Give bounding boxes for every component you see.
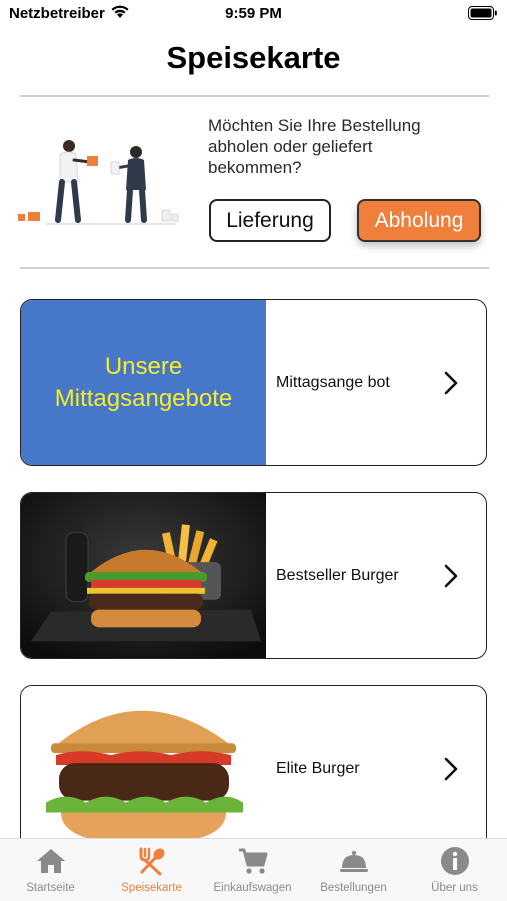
category-card-bestseller[interactable]: Bestseller Burger: [20, 492, 487, 659]
tab-label: Bestellungen: [320, 882, 387, 894]
delivery-illustration: [18, 140, 179, 225]
tab-bestellungen[interactable]: Bestellungen: [303, 839, 404, 901]
tab-label: Einkaufswagen: [213, 882, 292, 894]
category-label: Elite Burger: [276, 760, 360, 777]
delivery-button[interactable]: Lieferung: [209, 199, 331, 242]
tab-bar: Startseite Speisekarte Einkaufswagen Bes…: [0, 838, 507, 901]
divider-middle: [20, 267, 489, 269]
chevron-right-icon: [444, 564, 458, 587]
elite-burger-image: [21, 686, 266, 851]
tab-speisekarte[interactable]: Speisekarte: [101, 839, 202, 901]
fork-spoon-icon: [139, 847, 165, 876]
category-card-lunch[interactable]: Unsere Mittagsangebote Mittagsange bot: [20, 299, 487, 466]
chevron-right-icon: [444, 757, 458, 780]
category-label: Bestseller Burger: [276, 567, 399, 584]
cloche-icon: [340, 850, 368, 872]
cart-icon: [239, 848, 268, 874]
promo-banner-text: Unsere Mittagsangebote: [54, 352, 233, 412]
battery-icon: [468, 6, 497, 20]
category-label: Mittagsange bot: [276, 374, 390, 391]
tab-label: Speisekarte: [121, 882, 182, 894]
tab-label: Über uns: [431, 882, 478, 894]
page-title: Speisekarte: [166, 40, 341, 75]
tab-ueber-uns[interactable]: Über uns: [404, 839, 505, 901]
tab-startseite[interactable]: Startseite: [0, 839, 101, 901]
bestseller-burger-image: [21, 493, 266, 658]
home-icon: [37, 849, 65, 873]
status-bar: Netzbetreiber 9:59 PM: [0, 0, 507, 28]
chevron-right-icon: [444, 371, 458, 394]
promo-banner: Unsere Mittagsangebote: [21, 300, 266, 465]
order-mode-question: Möchten Sie Ihre Bestellung abholen oder…: [208, 116, 421, 177]
info-icon: [441, 847, 469, 875]
divider-top: [20, 95, 489, 97]
pickup-button[interactable]: Abholung: [357, 199, 481, 242]
tab-label: Startseite: [26, 882, 75, 894]
clock: 9:59 PM: [225, 5, 282, 22]
tab-einkaufswagen[interactable]: Einkaufswagen: [202, 839, 303, 901]
category-card-elite[interactable]: Elite Burger: [20, 685, 487, 852]
